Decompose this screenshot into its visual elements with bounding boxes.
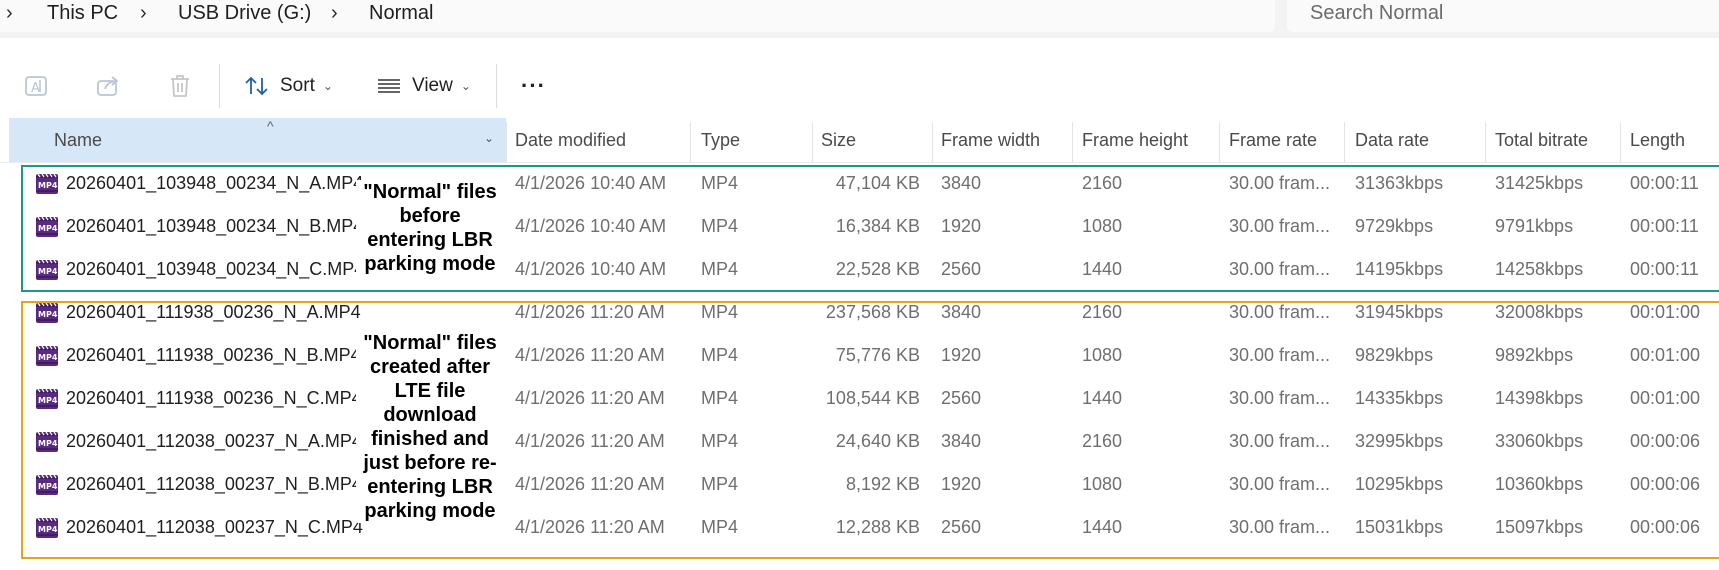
sort-button[interactable]: Sort ⌄ — [244, 72, 333, 100]
column-header-frame-height[interactable]: Frame height — [1082, 130, 1188, 151]
column-header-frame-rate[interactable]: Frame rate — [1229, 130, 1317, 151]
column-divider[interactable] — [1344, 122, 1345, 162]
chevron-down-icon: ⌄ — [322, 79, 333, 93]
svg-text:A: A — [31, 81, 40, 96]
column-header-data-rate[interactable]: Data rate — [1355, 130, 1429, 151]
column-header-date-modified[interactable]: Date modified — [515, 130, 626, 151]
sort-label: Sort — [280, 75, 315, 96]
toolbar-separator — [219, 64, 220, 108]
search-placeholder: Search Normal — [1310, 2, 1444, 24]
sort-icon — [245, 76, 268, 96]
breadcrumb[interactable]: › This PC › USB Drive (G:) › Normal — [0, 0, 1275, 32]
breadcrumb-separator-icon[interactable]: › — [140, 2, 147, 25]
view-list-icon — [378, 79, 400, 93]
breadcrumb-separator-icon[interactable]: › — [331, 2, 338, 25]
column-header-frame-width[interactable]: Frame width — [941, 130, 1040, 151]
search-input[interactable]: Search Normal — [1287, 0, 1719, 32]
column-divider[interactable] — [1219, 122, 1220, 162]
view-label: View — [412, 75, 453, 96]
column-divider[interactable] — [690, 122, 691, 162]
view-button[interactable]: View ⌄ — [376, 72, 471, 100]
rename-icon[interactable]: A — [22, 72, 50, 100]
group-outline-before-lbr — [21, 165, 1719, 292]
command-bar: A Sort ⌄ View ⌄ ··· — [0, 44, 1719, 118]
column-header-name[interactable]: Name — [54, 130, 102, 151]
column-divider[interactable] — [932, 122, 933, 162]
column-header-length[interactable]: Length — [1630, 130, 1685, 151]
annotation-group1: "Normal" files before entering LBR parki… — [356, 180, 504, 276]
trash-icon[interactable] — [166, 72, 194, 100]
column-divider[interactable] — [812, 122, 813, 162]
group-outline-after-lte — [21, 301, 1719, 559]
toolbar-separator — [496, 64, 497, 108]
chevron-down-icon: ⌄ — [460, 79, 471, 93]
address-area: › This PC › USB Drive (G:) › Normal Sear… — [0, 0, 1719, 38]
breadcrumb-item-normal[interactable]: Normal — [369, 2, 433, 25]
column-divider[interactable] — [506, 122, 507, 162]
more-options-button[interactable]: ··· — [521, 72, 546, 100]
column-header-size[interactable]: Size — [821, 130, 856, 151]
column-header-type[interactable]: Type — [701, 130, 740, 151]
column-header-row: ^ Name ⌄ Date modified Type Size Frame w… — [0, 118, 1719, 163]
breadcrumb-item-usb-drive[interactable]: USB Drive (G:) — [178, 2, 311, 25]
column-divider[interactable] — [1072, 122, 1073, 162]
column-divider[interactable] — [1485, 122, 1486, 162]
column-filter-chevron-icon[interactable]: ⌄ — [484, 131, 494, 145]
annotation-group2: "Normal" files created after LTE file do… — [356, 331, 504, 523]
breadcrumb-item-this-pc[interactable]: This PC — [47, 2, 118, 25]
share-icon[interactable] — [94, 72, 122, 100]
column-header-total-bitrate[interactable]: Total bitrate — [1495, 130, 1588, 151]
column-divider[interactable] — [1620, 122, 1621, 162]
breadcrumb-expand-chevron-icon[interactable]: › — [6, 2, 13, 25]
sort-ascending-caret-icon: ^ — [267, 118, 274, 134]
